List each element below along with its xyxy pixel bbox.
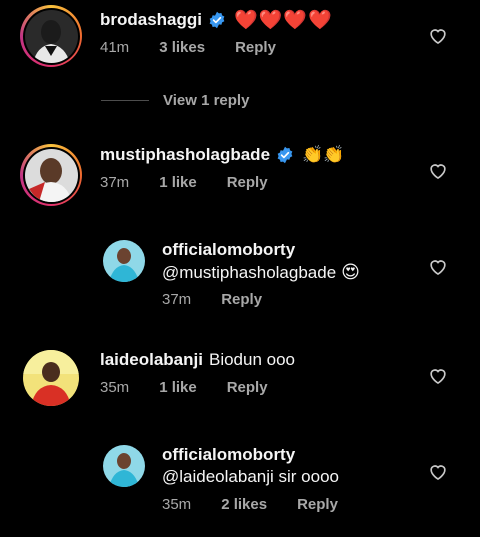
likes-count[interactable]: 2 likes bbox=[221, 496, 267, 513]
view-replies-label: View 1 reply bbox=[163, 92, 250, 109]
reply-button[interactable]: Reply bbox=[235, 39, 276, 56]
like-heart-icon[interactable] bbox=[428, 257, 448, 277]
username[interactable]: officialomoborty bbox=[162, 445, 295, 465]
avatar[interactable] bbox=[103, 445, 145, 487]
username[interactable]: officialomoborty bbox=[162, 240, 295, 260]
likes-count[interactable]: 3 likes bbox=[159, 39, 205, 56]
comment-text: 👏👏 bbox=[302, 145, 345, 164]
verified-badge-icon bbox=[276, 146, 294, 164]
avatar bbox=[24, 9, 78, 63]
like-heart-icon[interactable] bbox=[428, 366, 448, 386]
likes-count[interactable]: 1 like bbox=[159, 379, 197, 396]
likes-count[interactable]: 1 like bbox=[159, 174, 197, 191]
avatar[interactable] bbox=[103, 240, 145, 282]
comment-text: @mustiphasholagbade bbox=[162, 262, 337, 282]
comment-emoji: 😍 bbox=[341, 262, 360, 282]
avatar-story-ring[interactable] bbox=[20, 5, 82, 67]
avatar bbox=[24, 148, 78, 202]
timestamp: 37m bbox=[100, 174, 130, 191]
username[interactable]: brodashaggi bbox=[100, 10, 202, 30]
timestamp: 35m bbox=[100, 379, 130, 396]
comment-text: ❤️❤️❤️❤️ bbox=[234, 10, 333, 31]
timestamp: 37m bbox=[162, 291, 192, 308]
like-heart-icon[interactable] bbox=[428, 462, 448, 482]
username[interactable]: laideolabanji bbox=[100, 350, 203, 370]
reply-button[interactable]: Reply bbox=[297, 496, 338, 513]
reply-button[interactable]: Reply bbox=[221, 291, 262, 308]
view-replies-button[interactable]: View 1 reply bbox=[101, 92, 249, 109]
avatar-story-ring[interactable] bbox=[20, 144, 82, 206]
timestamp: 41m bbox=[100, 39, 130, 56]
reply-button[interactable]: Reply bbox=[227, 174, 268, 191]
reply-button[interactable]: Reply bbox=[227, 379, 268, 396]
like-heart-icon[interactable] bbox=[428, 161, 448, 181]
timestamp: 35m bbox=[162, 496, 192, 513]
divider bbox=[101, 100, 149, 101]
comment-text: @laideolabanji sir oooo bbox=[162, 467, 339, 486]
like-heart-icon[interactable] bbox=[428, 26, 448, 46]
verified-badge-icon bbox=[208, 11, 226, 29]
comment-text: Biodun ooo bbox=[208, 350, 296, 369]
avatar[interactable] bbox=[23, 350, 79, 406]
username[interactable]: mustiphasholagbade bbox=[100, 145, 270, 165]
